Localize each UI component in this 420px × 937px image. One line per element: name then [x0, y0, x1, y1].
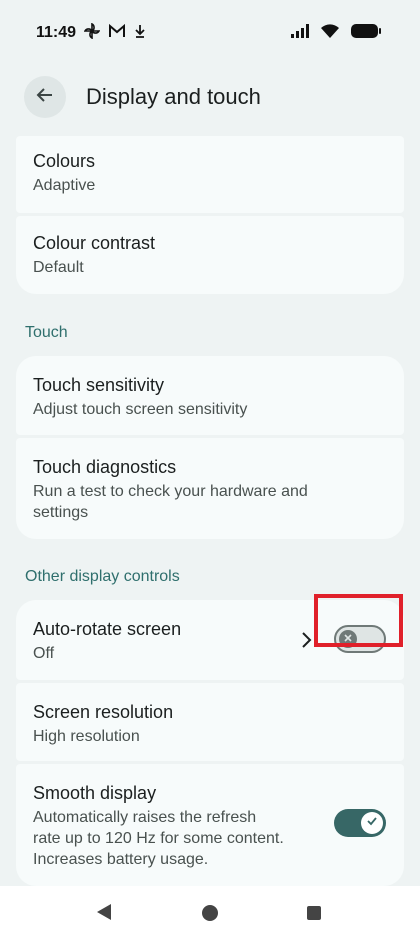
list-item-screen-resolution[interactable]: Screen resolution High resolution — [16, 683, 404, 761]
item-subtitle: Adjust touch screen sensitivity — [33, 401, 248, 418]
item-title: Smooth display — [33, 783, 157, 803]
list-item-touch-diagnostics[interactable]: Touch diagnostics Run a test to check yo… — [16, 438, 404, 539]
signal-icon — [290, 23, 310, 44]
item-subtitle-line3: Increases battery usage. — [33, 851, 209, 868]
system-icons — [290, 23, 382, 44]
app-bar: Display and touch — [0, 64, 420, 128]
item-title: Touch sensitivity — [33, 375, 165, 395]
item-subtitle: High resolution — [33, 728, 140, 745]
item-subtitle: Off — [33, 645, 55, 662]
item-title: Colours — [33, 151, 96, 171]
highlight-box — [314, 594, 403, 647]
item-title: Touch diagnostics — [33, 457, 177, 477]
list-item-touch-sensitivity[interactable]: Touch sensitivity Adjust touch screen se… — [16, 356, 404, 435]
status-bar: 11:49 — [0, 0, 420, 64]
section-header-touch: Touch — [25, 324, 68, 341]
gmail-icon — [108, 23, 126, 44]
check-icon — [366, 814, 378, 832]
notification-icons — [83, 22, 146, 44]
item-subtitle-line1: Automatically raises the refresh — [33, 809, 257, 826]
pinwheel-icon — [83, 22, 101, 44]
chevron-right-icon[interactable] — [300, 631, 312, 654]
section-header-other-display-controls: Other display controls — [25, 568, 180, 585]
item-subtitle: Default — [33, 259, 84, 276]
item-subtitle-line2: rate up to 120 Hz for some content. — [33, 830, 284, 847]
item-subtitle-line1: Run a test to check your hardware and — [33, 483, 308, 500]
item-title: Screen resolution — [33, 702, 174, 722]
toggle-thumb — [361, 812, 383, 834]
arrow-back-icon — [35, 85, 55, 110]
back-button[interactable] — [24, 76, 66, 118]
nav-home-icon[interactable] — [201, 904, 219, 927]
nav-recents-icon[interactable] — [306, 905, 322, 926]
page-title: Display and touch — [86, 84, 261, 109]
download-icon — [134, 23, 146, 44]
item-title: Auto-rotate screen — [33, 619, 182, 639]
status-time: 11:49 — [36, 24, 77, 41]
item-title: Colour contrast — [33, 233, 156, 253]
item-subtitle-line2: settings — [33, 504, 89, 521]
item-subtitle: Adaptive — [33, 177, 96, 194]
list-item-colours[interactable]: Colours Adaptive — [16, 136, 404, 213]
smooth-display-toggle[interactable] — [334, 809, 386, 837]
battery-icon — [350, 23, 382, 44]
nav-back-icon[interactable] — [95, 903, 113, 926]
list-item-smooth-display[interactable]: Smooth display Automatically raises the … — [16, 764, 404, 886]
list-item-colour-contrast[interactable]: Colour contrast Default — [16, 216, 404, 294]
wifi-icon — [320, 23, 340, 44]
navigation-bar — [0, 886, 420, 937]
